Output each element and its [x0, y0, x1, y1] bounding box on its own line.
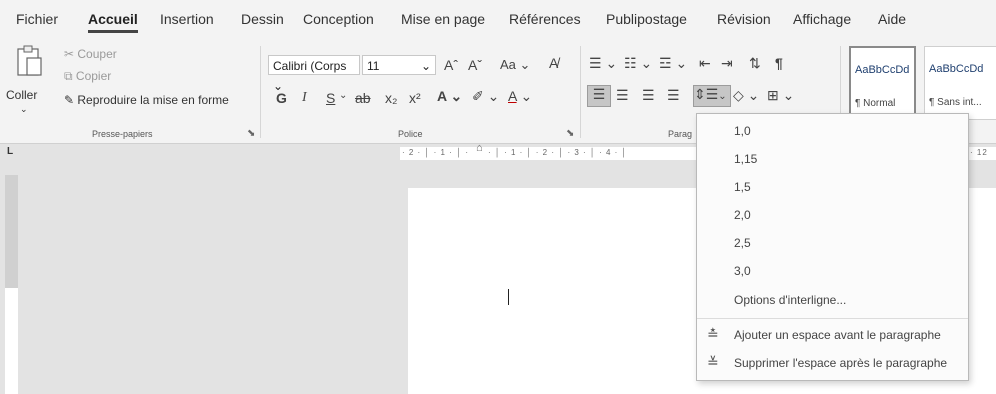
- add-space-before-icon: ≛: [707, 326, 719, 342]
- format-painter-label: Reproduire la mise en forme: [77, 93, 229, 107]
- paragraph-group-label: Parag: [668, 129, 693, 139]
- change-case-button[interactable]: Aa ⌄: [500, 57, 530, 73]
- style-sample: AaBbCcDd: [929, 63, 984, 75]
- decrease-indent-icon[interactable]: ⇤: [699, 55, 711, 72]
- sort-icon[interactable]: ⇅: [749, 55, 761, 72]
- menu-divider: [697, 318, 968, 319]
- text-effects-icon[interactable]: A ⌄: [437, 88, 462, 105]
- font-group-label: Police: [398, 129, 423, 139]
- format-painter-button[interactable]: ✎ Reproduire la mise en forme: [64, 93, 229, 107]
- font-size-combo[interactable]: 11 ⌄: [362, 55, 436, 75]
- add-space-before-item[interactable]: Ajouter un espace avant le paragraphe: [734, 328, 941, 342]
- font-size-value: 11: [367, 59, 380, 73]
- divider: [580, 46, 581, 138]
- tab-dessin[interactable]: Dessin: [241, 11, 284, 27]
- highlight-icon[interactable]: ✐ ⌄: [472, 88, 499, 105]
- line-spacing-icon: ⇕☰: [694, 86, 719, 102]
- tab-accueil[interactable]: Accueil: [88, 11, 138, 33]
- copy-icon: ⧉: [64, 69, 76, 83]
- scissors-icon: ✂: [64, 47, 78, 61]
- remove-space-after-item[interactable]: Supprimer l'espace après le paragraphe: [734, 356, 947, 370]
- cut-button[interactable]: ✂ Couper: [64, 47, 117, 61]
- remove-space-after-icon: ≚: [707, 354, 719, 370]
- change-case-label: Aa: [500, 57, 516, 72]
- increase-indent-icon[interactable]: ⇥: [721, 55, 733, 72]
- shading-icon[interactable]: ◇ ⌄: [733, 87, 759, 104]
- tab-insertion[interactable]: Insertion: [160, 11, 214, 27]
- style-normal[interactable]: AaBbCcDd ¶ Normal: [849, 46, 916, 120]
- menu-item-2-0[interactable]: 2,0: [734, 208, 751, 222]
- align-right-icon[interactable]: ☰: [642, 87, 655, 104]
- vertical-ruler-margin: [5, 175, 18, 288]
- style-name: ¶ Sans int...: [929, 97, 982, 108]
- cut-label: Couper: [77, 47, 117, 61]
- ruler-mid-ticks: · │ · 1 · │ · 2 · │ · 3 · │ · 4 · │: [488, 148, 628, 157]
- show-marks-icon[interactable]: ¶: [775, 55, 783, 71]
- font-name-value: Calibri (Corps: [273, 59, 347, 73]
- subscript-button[interactable]: x₂: [385, 90, 397, 106]
- menu-item-1-15[interactable]: 1,15: [734, 152, 757, 166]
- style-name: ¶ Normal: [855, 98, 896, 109]
- numbering-icon[interactable]: ☷ ⌄: [624, 55, 652, 72]
- clear-formatting-icon[interactable]: A̸: [549, 55, 558, 71]
- tab-aide[interactable]: Aide: [878, 11, 906, 27]
- menu-item-2-5[interactable]: 2,5: [734, 236, 751, 250]
- ruler-right-ticks: · 12: [970, 148, 988, 157]
- style-sample: AaBbCcDd: [855, 64, 910, 76]
- font-name-combo[interactable]: Calibri (Corps ⌄: [268, 55, 360, 93]
- dialog-launcher-icon[interactable]: ⬊: [247, 128, 255, 139]
- brush-icon: ✎: [64, 93, 78, 107]
- dialog-launcher-icon[interactable]: ⬊: [566, 128, 574, 139]
- superscript-button[interactable]: x²: [409, 90, 421, 106]
- shrink-font-button[interactable]: Aˇ: [468, 57, 482, 73]
- clipboard-icon: [17, 45, 42, 76]
- tab-affichage[interactable]: Affichage: [793, 11, 851, 27]
- paste-button[interactable]: Coller ⌄: [6, 44, 54, 124]
- menu-item-1-0[interactable]: 1,0: [734, 124, 751, 138]
- tab-revision[interactable]: Révision: [717, 11, 771, 27]
- text-cursor: [508, 289, 509, 305]
- clipboard-group-label: Presse-papiers: [92, 129, 153, 139]
- chevron-down-icon: ⌄: [718, 91, 727, 102]
- align-center-icon[interactable]: ☰: [616, 87, 629, 104]
- bold-button[interactable]: G: [276, 90, 287, 106]
- line-spacing-menu: 1,0 1,15 1,5 2,0 2,5 3,0 Options d'inter…: [696, 113, 969, 381]
- indent-marker-icon[interactable]: ⌂: [476, 142, 483, 154]
- tab-selector[interactable]: L: [7, 146, 13, 157]
- style-no-spacing[interactable]: AaBbCcDd ¶ Sans int...: [924, 46, 996, 120]
- ribbon-tabs: Fichier Accueil Insertion Dessin Concept…: [0, 0, 996, 38]
- underline-button[interactable]: S: [326, 90, 335, 106]
- menu-item-1-5[interactable]: 1,5: [734, 180, 751, 194]
- chevron-down-icon: ⌄: [20, 104, 28, 114]
- justify-icon[interactable]: ☰: [667, 87, 680, 104]
- copy-label: Copier: [75, 69, 112, 83]
- ruler-left-ticks: · 2 · │ · 1 · │ ·: [402, 148, 469, 157]
- copy-button[interactable]: ⧉ Copier: [64, 69, 111, 84]
- italic-button[interactable]: I: [302, 90, 307, 106]
- menu-item-3-0[interactable]: 3,0: [734, 264, 751, 278]
- multilevel-list-icon[interactable]: ☲ ⌄: [659, 55, 687, 72]
- line-spacing-options-item[interactable]: Options d'interligne...: [734, 293, 846, 307]
- chevron-down-icon: ⌄: [420, 59, 431, 73]
- chevron-down-icon[interactable]: ⌄: [339, 90, 347, 101]
- tab-publipostage[interactable]: Publipostage: [606, 11, 687, 27]
- tab-mise-en-page[interactable]: Mise en page: [401, 11, 485, 27]
- tab-references[interactable]: Références: [509, 11, 581, 27]
- tab-conception[interactable]: Conception: [303, 11, 374, 27]
- strikethrough-button[interactable]: ab: [355, 90, 371, 106]
- bullets-icon[interactable]: ☰ ⌄: [589, 55, 617, 72]
- align-left-icon[interactable]: ☰: [587, 85, 611, 107]
- paste-label: Coller: [6, 88, 38, 102]
- font-color-icon[interactable]: A ⌄: [508, 88, 532, 105]
- grow-font-button[interactable]: Aˆ: [444, 57, 458, 73]
- tab-fichier[interactable]: Fichier: [16, 11, 58, 27]
- borders-icon[interactable]: ⊞ ⌄: [767, 87, 794, 104]
- line-spacing-button[interactable]: ⇕☰⌄: [693, 85, 731, 107]
- divider: [260, 46, 261, 138]
